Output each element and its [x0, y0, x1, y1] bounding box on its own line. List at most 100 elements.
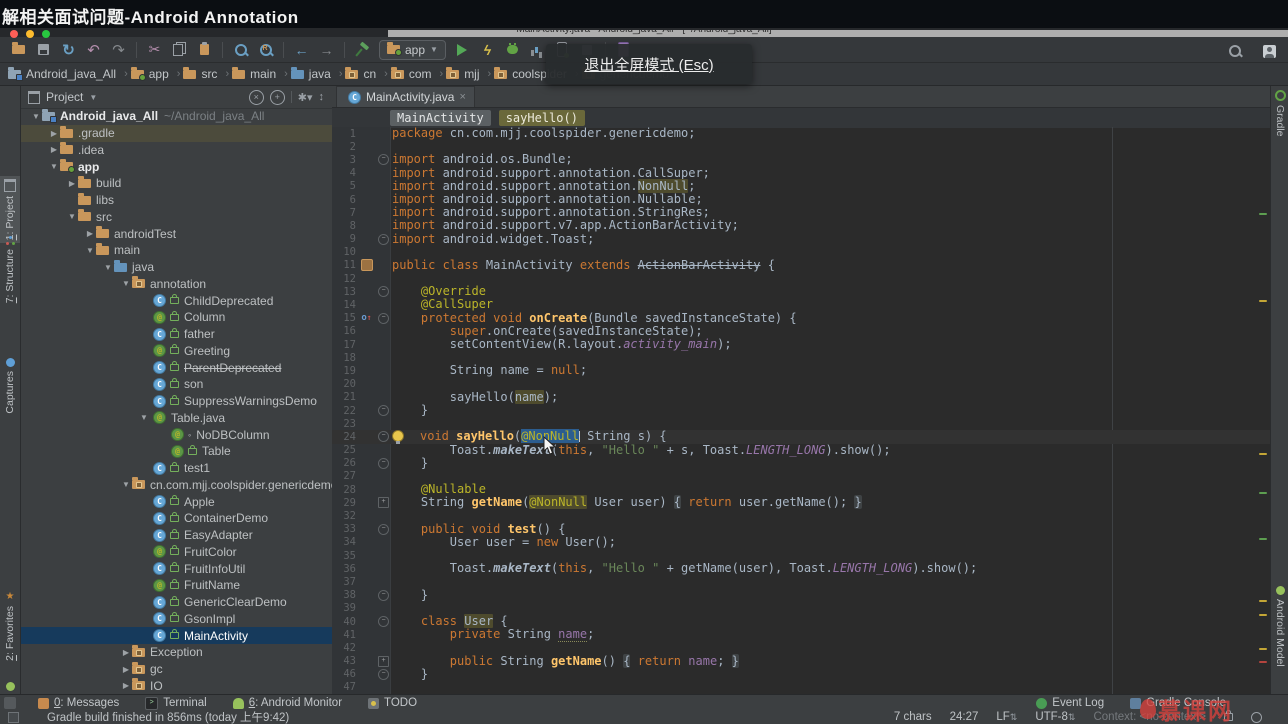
toolbar-back-button[interactable]: ←: [289, 39, 314, 61]
tree-item[interactable]: CParentDeprecated: [20, 359, 332, 376]
tree-item[interactable]: ▼src: [20, 209, 332, 226]
tree-item[interactable]: ▼main: [20, 242, 332, 259]
tree-item[interactable]: CFruitInfoUtil: [20, 560, 332, 577]
tree-item[interactable]: libs: [20, 192, 332, 209]
tree-item[interactable]: CEasyAdapter: [20, 527, 332, 544]
toolbar-terminal-button[interactable]: >Terminal: [145, 697, 206, 710]
toolbar-save-button[interactable]: [31, 39, 56, 61]
toolbar-messages-button[interactable]: 0: Messages: [38, 697, 119, 709]
sidebar-item-structure[interactable]: 7: Structure: [0, 236, 20, 303]
tree-item[interactable]: CChildDeprecated: [20, 292, 332, 309]
toolbar-debug-button[interactable]: [500, 39, 525, 61]
scroll-mark[interactable]: [1259, 453, 1267, 455]
user-account-button[interactable]: [1257, 40, 1282, 62]
search-everywhere-button[interactable]: [1222, 40, 1247, 62]
tree-item[interactable]: CMainActivity: [20, 627, 332, 644]
scroll-mark[interactable]: [1259, 492, 1267, 494]
code-editor[interactable]: 1package cn.com.mjj.coolspider.genericde…: [332, 127, 1270, 694]
sidebar-item-project[interactable]: 1: Project: [0, 176, 20, 243]
fullscreen-exit-notification[interactable]: 退出全屏模式 (Esc): [546, 44, 752, 84]
code-line[interactable]: 46− }: [332, 668, 1270, 681]
scroll-mark[interactable]: [1259, 648, 1267, 650]
tree-item[interactable]: ▶gc: [20, 661, 332, 678]
scroll-mark[interactable]: [1259, 538, 1267, 540]
fold-marker-icon[interactable]: −: [378, 313, 389, 324]
breadcrumb-item-Android_java_All[interactable]: Android_java_All›: [8, 67, 128, 81]
toolbar-sync-button[interactable]: ↻: [56, 39, 81, 61]
status-segment[interactable]: LF⇅: [996, 711, 1017, 723]
code-line[interactable]: 17 setContentView(R.layout.activity_main…: [332, 338, 1270, 351]
breadcrumb-item-main[interactable]: main›: [232, 67, 288, 81]
run-config-select[interactable]: app▼: [379, 40, 446, 60]
fold-marker-icon[interactable]: −: [378, 286, 389, 297]
code-line[interactable]: 9−import android.widget.Toast;: [332, 233, 1270, 246]
tree-item[interactable]: ▼app: [20, 158, 332, 175]
zoom-window-button[interactable]: [42, 30, 50, 38]
chevron-down-icon[interactable]: ▼: [89, 93, 97, 102]
scroll-mark[interactable]: [1259, 614, 1267, 616]
breadcrumb-item-java[interactable]: java›: [291, 67, 343, 81]
tree-item[interactable]: Cson: [20, 376, 332, 393]
tree-item[interactable]: ▶IO: [20, 678, 332, 695]
toolbar-run-button[interactable]: [450, 39, 475, 61]
code-line[interactable]: 29+ String getName(@NonNull User user) {…: [332, 496, 1270, 509]
tree-arrow-icon[interactable]: ▶: [48, 145, 60, 154]
fold-marker-icon[interactable]: −: [378, 616, 389, 627]
tree-arrow-icon[interactable]: ▼: [120, 480, 132, 489]
tree-arrow-icon[interactable]: ▼: [48, 162, 60, 171]
tree-item[interactable]: @FruitColor: [20, 544, 332, 561]
tree-item[interactable]: ▼cn.com.mjj.coolspider.genericdemo: [20, 477, 332, 494]
toolbar-paste-button[interactable]: [192, 39, 217, 61]
tree-arrow-icon[interactable]: ▼: [120, 279, 132, 288]
context-chip[interactable]: MainActivity: [390, 110, 491, 126]
tree-arrow-icon[interactable]: ▼: [102, 263, 114, 272]
tree-item[interactable]: @FruitName: [20, 577, 332, 594]
lock-icon[interactable]: [1224, 713, 1233, 721]
intention-bulb-icon[interactable]: [392, 430, 404, 442]
sidebar-item-gradle[interactable]: Gradle: [1271, 90, 1288, 137]
tree-arrow-icon[interactable]: ▶: [120, 648, 132, 657]
code-line[interactable]: 41 private String name;: [332, 628, 1270, 641]
status-segment[interactable]: Context: <no context>: [1093, 711, 1206, 723]
tree-item[interactable]: CApple: [20, 493, 332, 510]
fold-marker-icon[interactable]: −: [378, 154, 389, 165]
code-line[interactable]: 43+ public String getName() { return nam…: [332, 655, 1270, 668]
tree-item[interactable]: @Table: [20, 443, 332, 460]
tree-item[interactable]: @Greeting: [20, 343, 332, 360]
code-line[interactable]: 11public class MainActivity extends Acti…: [332, 259, 1270, 272]
fold-marker-icon[interactable]: −: [378, 458, 389, 469]
toolbar-eventlog-button[interactable]: Event Log: [1036, 697, 1104, 709]
tab-mainactivity[interactable]: C MainActivity.java ×: [336, 86, 475, 107]
minimize-window-button[interactable]: [26, 30, 34, 38]
scroll-mark[interactable]: [1259, 300, 1267, 302]
breadcrumb-item-com[interactable]: com›: [391, 67, 443, 81]
tree-item[interactable]: ▶build: [20, 175, 332, 192]
toolbar-build-button[interactable]: [350, 39, 375, 61]
tree-item[interactable]: Ctest1: [20, 460, 332, 477]
breadcrumb-item-mjj[interactable]: mjj›: [446, 67, 491, 81]
code-line[interactable]: 36 Toast.makeText(this, "Hello " + getNa…: [332, 562, 1270, 575]
breadcrumb-item-cn[interactable]: cn›: [345, 67, 387, 81]
highlight-level-icon[interactable]: [1251, 712, 1262, 723]
scroll-mark[interactable]: [1259, 661, 1267, 663]
toolbar-instant-run-button[interactable]: ϟ: [473, 39, 501, 61]
tree-arrow-icon[interactable]: ▶: [66, 179, 78, 188]
tree-item[interactable]: ▼annotation: [20, 276, 332, 293]
tree-item[interactable]: ▼java: [20, 259, 332, 276]
status-segment[interactable]: UTF-8⇅: [1035, 711, 1075, 723]
code-line[interactable]: 19 String name = null;: [332, 364, 1270, 377]
toolbar-gradleconsole-button[interactable]: Gradle Console: [1130, 697, 1226, 709]
sidebar-item-captures[interactable]: Captures: [0, 358, 20, 414]
toolbar-open-button[interactable]: [6, 39, 31, 61]
error-stripe[interactable]: [1258, 127, 1268, 694]
fold-marker-icon[interactable]: −: [378, 669, 389, 680]
fold-marker-icon[interactable]: −: [378, 234, 389, 245]
breadcrumb-item-app[interactable]: app›: [131, 67, 181, 81]
tree-arrow-icon[interactable]: ▶: [120, 665, 132, 674]
toolbar-todo-button[interactable]: TODO: [368, 697, 417, 709]
tree-arrow-icon[interactable]: ▶: [48, 129, 60, 138]
tree-arrow-icon[interactable]: ▼: [138, 413, 150, 422]
settings-gear-icon[interactable]: ✱▾: [298, 91, 313, 104]
tree-item[interactable]: @◦NoDBColumn: [20, 426, 332, 443]
tree-item[interactable]: ▼Android_java_All~/Android_java_All: [20, 108, 332, 125]
